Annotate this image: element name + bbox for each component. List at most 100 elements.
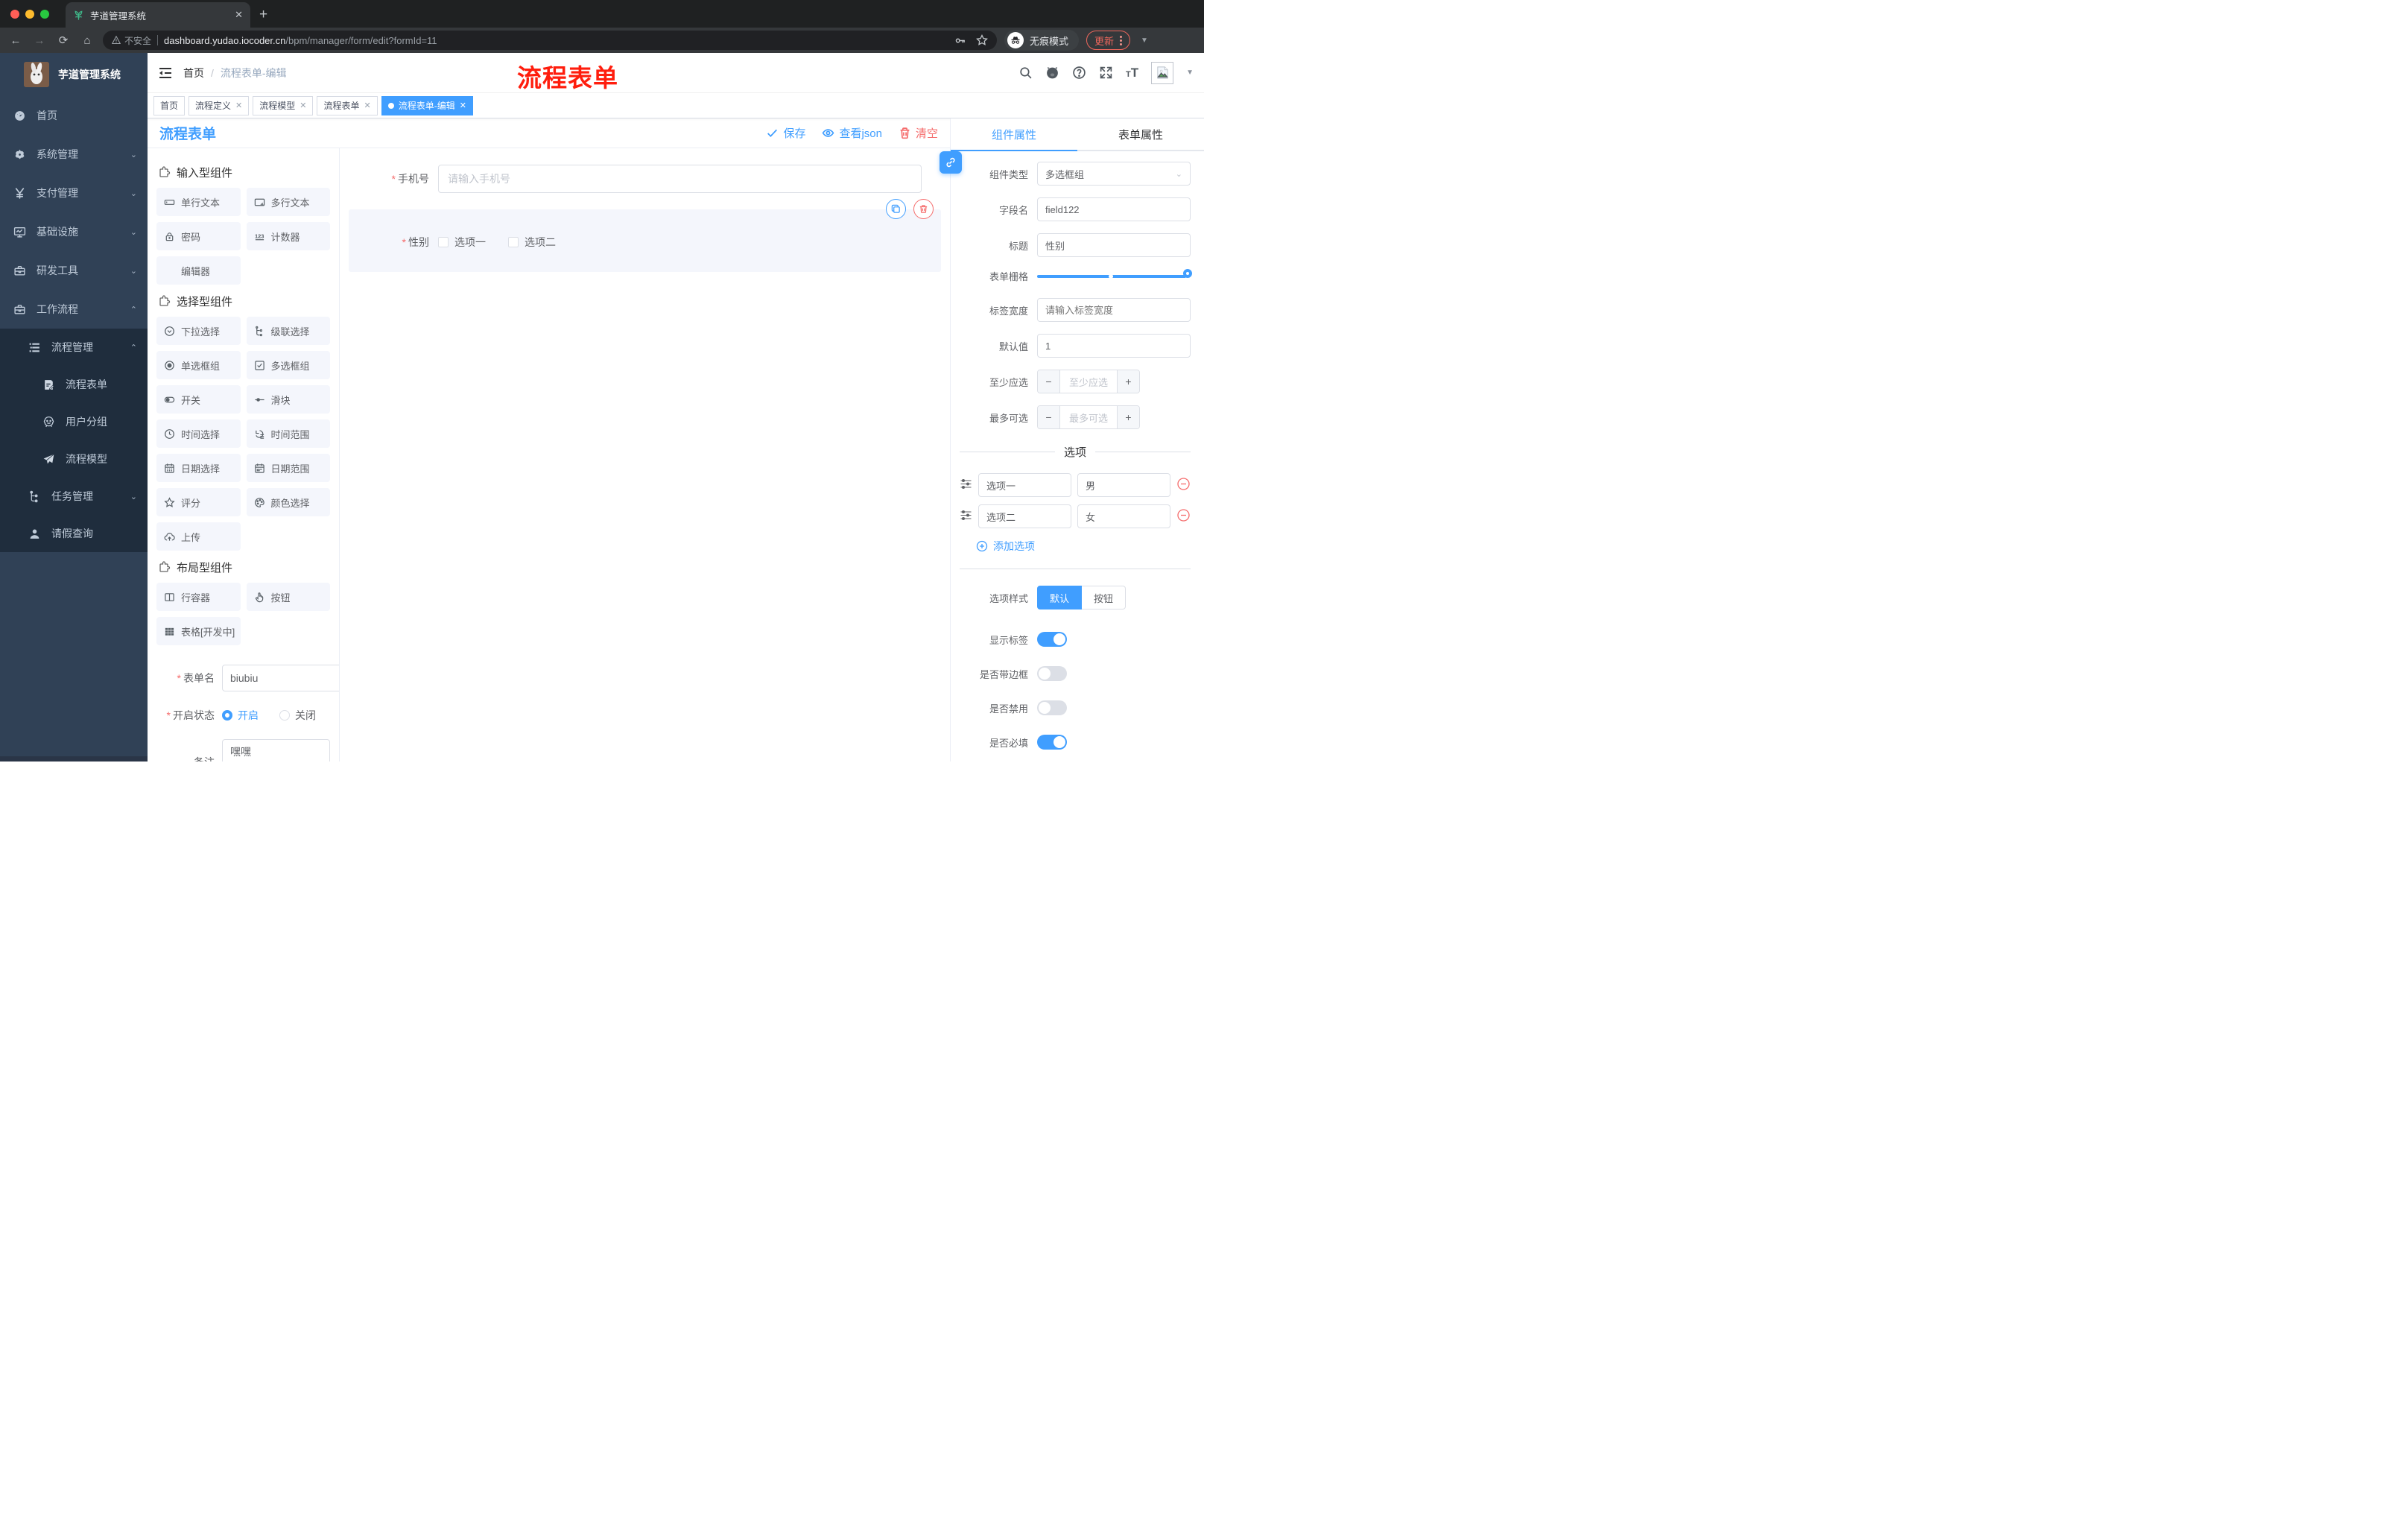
palette-item-table[interactable]: 表格[开发中] bbox=[156, 617, 241, 645]
new-tab-button[interactable]: + bbox=[259, 7, 267, 23]
sidebar-item-payment[interactable]: 支付管理 ⌄ bbox=[0, 174, 148, 212]
chrome-caret-icon[interactable]: ▼ bbox=[1141, 37, 1148, 45]
show-label-switch[interactable] bbox=[1037, 632, 1067, 647]
palette-item-select[interactable]: 下拉选择 bbox=[156, 317, 241, 345]
tab-form-props[interactable]: 表单属性 bbox=[1077, 118, 1204, 151]
palette-item-multi-text[interactable]: 多行文本 bbox=[246, 188, 330, 216]
palette-item-button[interactable]: 按钮 bbox=[246, 583, 330, 611]
default-value-input[interactable] bbox=[1037, 334, 1191, 358]
palette-item-editor[interactable]: 编辑器 bbox=[156, 256, 241, 285]
tab-component-props[interactable]: 组件属性 bbox=[951, 118, 1077, 151]
sidebar-item-user-group[interactable]: 用户分组 bbox=[0, 403, 148, 440]
bookmark-star-icon[interactable] bbox=[976, 34, 988, 46]
form-remark-textarea[interactable]: 嘿嘿 bbox=[222, 739, 330, 762]
option-1-value-input[interactable] bbox=[1077, 473, 1170, 497]
sidebar-item-devtools[interactable]: 研发工具 ⌄ bbox=[0, 251, 148, 290]
avatar-caret-icon[interactable]: ▼ bbox=[1186, 69, 1194, 77]
search-icon[interactable] bbox=[1018, 66, 1033, 80]
sidebar-item-home[interactable]: 首页 bbox=[0, 96, 148, 135]
tag-close-icon[interactable]: ✕ bbox=[235, 101, 242, 110]
maximize-window-button[interactable] bbox=[40, 9, 49, 19]
sidebar-item-infra[interactable]: 基础设施 ⌄ bbox=[0, 212, 148, 251]
browser-menu-icon[interactable] bbox=[1120, 35, 1123, 45]
plus-button[interactable]: + bbox=[1118, 370, 1139, 393]
sidebar-item-task-mgmt[interactable]: 任务管理 ⌄ bbox=[0, 478, 148, 515]
palette-item-color[interactable]: 颜色选择 bbox=[246, 488, 330, 516]
status-off-radio[interactable]: 关闭 bbox=[279, 708, 316, 723]
gender-option-1[interactable]: 选项一 bbox=[438, 235, 486, 250]
fullscreen-icon[interactable] bbox=[1099, 66, 1113, 80]
reload-icon[interactable]: ⟳ bbox=[55, 34, 72, 47]
remove-option-button[interactable] bbox=[1176, 508, 1191, 525]
tag-process-form-edit[interactable]: 流程表单-编辑 ✕ bbox=[381, 95, 473, 115]
palette-item-single-text[interactable]: 单行文本 bbox=[156, 188, 241, 216]
palette-item-counter[interactable]: 123 计数器 bbox=[246, 222, 330, 250]
form-name-input[interactable] bbox=[222, 665, 339, 691]
window-controls[interactable] bbox=[0, 0, 60, 28]
sidebar-item-leave-query[interactable]: 请假查询 bbox=[0, 515, 148, 552]
palette-item-radio-group[interactable]: 单选框组 bbox=[156, 351, 241, 379]
key-icon[interactable] bbox=[954, 35, 966, 46]
view-json-button[interactable]: 查看json bbox=[822, 125, 882, 141]
palette-item-time-range[interactable]: 时间范围 bbox=[246, 419, 330, 448]
palette-item-date[interactable]: 日期选择 bbox=[156, 454, 241, 482]
component-type-select[interactable]: 多选框组 ⌄ bbox=[1037, 162, 1191, 186]
clear-button[interactable]: 清空 bbox=[899, 125, 938, 141]
gender-option-2[interactable]: 选项二 bbox=[508, 235, 556, 250]
phone-field-row[interactable]: * 手机号 bbox=[340, 165, 950, 193]
checkbox-icon[interactable] bbox=[438, 237, 449, 247]
minimize-window-button[interactable] bbox=[25, 9, 34, 19]
checkbox-icon[interactable] bbox=[508, 237, 519, 247]
minus-button[interactable]: − bbox=[1038, 370, 1059, 393]
forward-icon[interactable]: → bbox=[31, 34, 48, 47]
github-icon[interactable] bbox=[1045, 66, 1059, 80]
delete-component-button[interactable] bbox=[913, 199, 934, 219]
required-switch[interactable] bbox=[1037, 735, 1067, 750]
option-2-label-input[interactable] bbox=[978, 504, 1071, 528]
copy-component-button[interactable] bbox=[886, 199, 906, 219]
plus-button[interactable]: + bbox=[1118, 406, 1139, 428]
sidebar-item-workflow[interactable]: 工作流程 ⌃ bbox=[0, 290, 148, 329]
url-text[interactable]: dashboard.yudao.iocoder.cn/bpm/manager/f… bbox=[164, 35, 948, 46]
tag-process-model[interactable]: 流程模型 ✕ bbox=[253, 95, 314, 115]
option-1-label-input[interactable] bbox=[978, 473, 1071, 497]
sidebar-collapse-bar[interactable] bbox=[0, 756, 148, 762]
style-default-button[interactable]: 默认 bbox=[1037, 586, 1083, 609]
palette-item-checkbox-group[interactable]: 多选框组 bbox=[246, 351, 330, 379]
fold-menu-icon[interactable] bbox=[158, 66, 173, 80]
security-warning[interactable]: 不安全 bbox=[112, 34, 151, 47]
sidebar-item-process-form[interactable]: 流程表单 bbox=[0, 366, 148, 403]
sidebar-item-process-mgmt[interactable]: 流程管理 ⌃ bbox=[0, 329, 148, 366]
min-select-stepper[interactable]: − 至少应选 + bbox=[1037, 370, 1140, 393]
drag-handle-icon[interactable] bbox=[960, 478, 972, 493]
palette-item-date-range[interactable]: 日期范围 bbox=[246, 454, 330, 482]
close-window-button[interactable] bbox=[10, 9, 19, 19]
style-button-button[interactable]: 按钮 bbox=[1082, 586, 1127, 609]
selected-component-block[interactable]: * 性别 选项一 选项二 bbox=[349, 199, 941, 272]
font-size-icon[interactable]: TT bbox=[1126, 66, 1138, 80]
option-2-value-input[interactable] bbox=[1077, 504, 1170, 528]
back-icon[interactable]: ← bbox=[7, 34, 24, 47]
palette-item-cascader[interactable]: 级联选择 bbox=[246, 317, 330, 345]
link-tag[interactable] bbox=[940, 151, 962, 174]
palette-item-row-container[interactable]: 行容器 bbox=[156, 583, 241, 611]
sidebar-item-system[interactable]: 系统管理 ⌄ bbox=[0, 135, 148, 174]
update-button[interactable]: 更新 bbox=[1086, 31, 1131, 50]
palette-item-time[interactable]: 时间选择 bbox=[156, 419, 241, 448]
disabled-switch[interactable] bbox=[1037, 700, 1067, 715]
slider-thumb[interactable] bbox=[1183, 268, 1192, 278]
home-icon[interactable]: ⌂ bbox=[79, 34, 95, 47]
palette-item-switch[interactable]: 开关 bbox=[156, 385, 241, 414]
tag-close-icon[interactable]: ✕ bbox=[460, 101, 466, 110]
phone-input[interactable] bbox=[438, 165, 922, 193]
palette-item-rate[interactable]: 评分 bbox=[156, 488, 241, 516]
avatar[interactable] bbox=[1151, 61, 1174, 84]
minus-button[interactable]: − bbox=[1038, 406, 1059, 428]
palette-item-password[interactable]: 密码 bbox=[156, 222, 241, 250]
label-width-input[interactable] bbox=[1037, 298, 1191, 322]
palette-item-slider[interactable]: 滑块 bbox=[246, 385, 330, 414]
tag-close-icon[interactable]: ✕ bbox=[364, 101, 371, 110]
tag-home[interactable]: 首页 bbox=[153, 95, 186, 115]
border-switch[interactable] bbox=[1037, 666, 1067, 681]
add-option-button[interactable]: 添加选项 bbox=[976, 539, 1191, 554]
